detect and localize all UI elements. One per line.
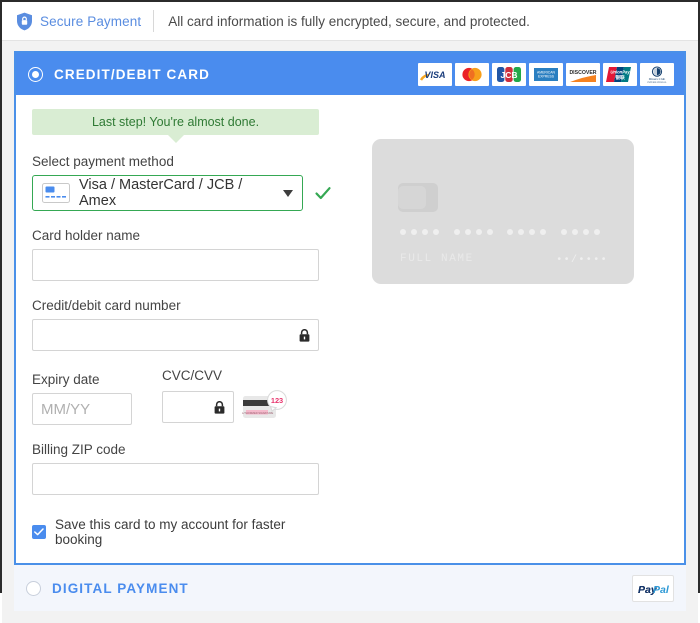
cvc-group: CVC/CVV AUTHORIZED SIGNATURE 123 bbox=[162, 351, 290, 425]
unionpay-logo: UnionPay 银联 bbox=[603, 62, 637, 86]
secure-payment-label: Secure Payment bbox=[40, 13, 142, 29]
secure-payment-banner: Secure Payment All card information is f… bbox=[2, 2, 698, 41]
payment-method-label: Select payment method bbox=[32, 154, 174, 169]
save-card-checkbox[interactable] bbox=[32, 525, 46, 539]
paypal-logo: Pay Pay Pal bbox=[632, 574, 674, 602]
card-number-label: Credit/debit card number bbox=[32, 298, 181, 313]
svg-text:VISA: VISA bbox=[424, 70, 445, 80]
svg-text:Pal: Pal bbox=[653, 584, 670, 596]
card-form-fields: Last step! You're almost done. Select pa… bbox=[32, 109, 332, 547]
accepted-card-brands: VISA JCB AMERICAN EXPRESS DISCOVER Union… bbox=[418, 62, 674, 86]
card-holder-name-input[interactable] bbox=[32, 249, 319, 281]
billing-zip-input[interactable] bbox=[32, 463, 319, 495]
digital-payment-section[interactable]: DIGITAL PAYMENT Pay Pay Pal bbox=[14, 565, 686, 611]
lock-icon bbox=[299, 328, 310, 342]
expiry-date-input[interactable]: MM/YY bbox=[32, 393, 132, 425]
card-preview-expiry: ••/•••• bbox=[556, 255, 608, 266]
expiry-group: Expiry date MM/YY bbox=[32, 355, 132, 425]
dot bbox=[400, 229, 406, 235]
expiry-date-label: Expiry date bbox=[32, 372, 100, 387]
dot bbox=[518, 229, 525, 235]
payment-panel: CREDIT/DEBIT CARD VISA JCB AMERICAN EXPR… bbox=[14, 51, 686, 611]
credit-debit-card-header[interactable]: CREDIT/DEBIT CARD VISA JCB AMERICAN EXPR… bbox=[16, 53, 684, 95]
dot-group bbox=[507, 229, 547, 235]
card-back-cvv-icon[interactable]: AUTHORIZED SIGNATURE 123 bbox=[241, 389, 290, 425]
card-holder-name-label: Card holder name bbox=[32, 228, 141, 243]
billing-zip-label: Billing ZIP code bbox=[32, 442, 126, 457]
card-type-icon bbox=[42, 183, 70, 203]
dot bbox=[571, 229, 578, 235]
almost-done-tooltip-text: Last step! You're almost done. bbox=[91, 115, 260, 129]
svg-text:123: 123 bbox=[271, 396, 283, 405]
payment-method-select[interactable]: Visa / MasterCard / JCB / Amex bbox=[32, 175, 303, 211]
cvc-input[interactable] bbox=[162, 391, 234, 423]
dot bbox=[593, 229, 600, 235]
credit-debit-card-section: CREDIT/DEBIT CARD VISA JCB AMERICAN EXPR… bbox=[14, 51, 686, 565]
lock-icon bbox=[214, 400, 225, 414]
svg-text:DISCOVER: DISCOVER bbox=[569, 70, 596, 76]
expiry-date-placeholder: MM/YY bbox=[41, 400, 91, 418]
dot bbox=[453, 229, 460, 235]
card-chip-icon bbox=[398, 183, 438, 212]
card-preview: FULL NAME ••/•••• bbox=[372, 139, 634, 284]
dot bbox=[464, 229, 471, 235]
credit-debit-card-title: CREDIT/DEBIT CARD bbox=[54, 66, 210, 82]
save-card-label: Save this card to my account for faster … bbox=[55, 517, 286, 547]
card-form-body: Last step! You're almost done. Select pa… bbox=[16, 95, 684, 563]
dot bbox=[486, 229, 493, 235]
card-number-dots bbox=[400, 229, 600, 235]
svg-text:银联: 银联 bbox=[615, 74, 625, 81]
svg-text:EXPRESS: EXPRESS bbox=[538, 74, 555, 78]
dot bbox=[560, 229, 567, 235]
svg-text:JCB: JCB bbox=[500, 70, 517, 80]
expiry-cvc-row: Expiry date MM/YY CVC/CVV AUTHORIZED SIG… bbox=[32, 351, 332, 425]
payment-method-value: Visa / MasterCard / JCB / Amex bbox=[79, 177, 243, 209]
almost-done-tooltip: Last step! You're almost done. bbox=[32, 109, 319, 143]
dot bbox=[540, 229, 547, 235]
discover-logo: DISCOVER bbox=[566, 62, 600, 86]
shield-lock-icon bbox=[16, 12, 33, 31]
radio-digital-payment[interactable] bbox=[26, 580, 41, 596]
dot bbox=[411, 229, 417, 235]
valid-check-icon bbox=[314, 184, 332, 202]
jcb-logo: JCB bbox=[492, 62, 526, 86]
radio-credit-debit-card[interactable] bbox=[28, 66, 43, 82]
save-card-row[interactable]: Save this card to my account for faster … bbox=[32, 517, 332, 547]
dot bbox=[475, 229, 482, 235]
amex-logo: AMERICAN EXPRESS bbox=[529, 62, 563, 86]
digital-payment-title: DIGITAL PAYMENT bbox=[52, 580, 189, 596]
dot bbox=[433, 229, 439, 235]
cvc-label: CVC/CVV bbox=[162, 368, 223, 383]
dot-group bbox=[453, 229, 493, 235]
dot bbox=[422, 229, 428, 235]
dot-group bbox=[400, 229, 439, 235]
banner-divider bbox=[153, 10, 155, 32]
payment-methods-area: CREDIT/DEBIT CARD VISA JCB AMERICAN EXPR… bbox=[2, 41, 698, 623]
dot bbox=[582, 229, 589, 235]
payment-method-row: Visa / MasterCard / JCB / Amex bbox=[32, 175, 332, 211]
secure-payment-note: All card information is fully encrypted,… bbox=[168, 13, 530, 29]
svg-text:INTERNATIONAL: INTERNATIONAL bbox=[647, 81, 667, 84]
dot-group bbox=[560, 229, 600, 235]
card-preview-column: FULL NAME ••/•••• bbox=[332, 109, 668, 547]
payment-page: Secure Payment All card information is f… bbox=[0, 0, 700, 623]
visa-logo: VISA bbox=[418, 62, 452, 86]
diners-club-logo: Diners Club INTERNATIONAL bbox=[640, 62, 674, 86]
chevron-down-icon[interactable] bbox=[283, 189, 293, 197]
svg-text:AUTHORIZED SIGNATURE: AUTHORIZED SIGNATURE bbox=[242, 411, 274, 415]
cvc-input-row: AUTHORIZED SIGNATURE 123 bbox=[162, 389, 290, 425]
card-number-input[interactable] bbox=[32, 319, 319, 351]
mastercard-logo bbox=[455, 62, 489, 86]
card-preview-name: FULL NAME bbox=[400, 253, 474, 265]
dot bbox=[507, 229, 514, 235]
dot bbox=[529, 229, 536, 235]
svg-text:UnionPay: UnionPay bbox=[610, 69, 630, 74]
